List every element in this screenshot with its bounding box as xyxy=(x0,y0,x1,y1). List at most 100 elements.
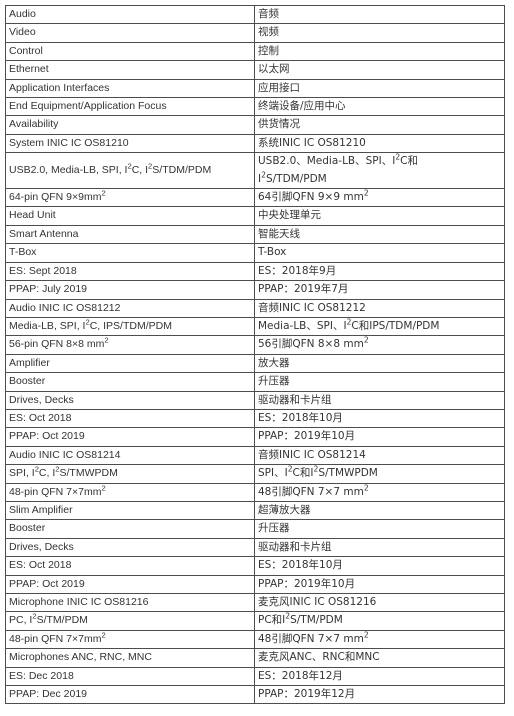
table-row: Microphone INIC IC OS81216 麦克风INIC IC OS8… xyxy=(5,592,505,613)
table-row: PPAP: Oct 2019 PPAP：2019年10月 xyxy=(5,574,505,595)
cell-chinese: ES：2018年10月 xyxy=(254,408,505,429)
spec-table-container: Audio 音频 Video 视频 Control 控制 Ethernet 以太网 Applic… xyxy=(5,4,505,705)
table-row: PPAP: Oct 2019 PPAP：2019年10月 xyxy=(5,427,505,447)
cell-english: Head Unit xyxy=(5,206,255,226)
cell-chinese: 升压器 xyxy=(254,519,505,539)
cell-english: 48-pin QFN 7×7mm2 xyxy=(5,629,255,650)
table-row: Booster 升压器 xyxy=(5,519,505,539)
cell-english: Booster xyxy=(5,372,255,392)
table-row: Amplifier 放大器 xyxy=(5,353,505,374)
cell-english: Slim Amplifier xyxy=(5,500,255,521)
cell-english: 56-pin QFN 8×8 mm2 xyxy=(5,335,255,355)
cell-english: Microphones ANC, RNC, MNC xyxy=(5,648,255,668)
cell-chinese: T-Box xyxy=(254,243,505,263)
cell-chinese: 麦克风ANC、RNC和MNC xyxy=(254,648,505,668)
bilingual-spec-table: Audio 音频 Video 视频 Control 控制 Ethernet 以太网 Applic… xyxy=(5,4,505,705)
cell-chinese: 智能天线 xyxy=(254,224,505,245)
cell-english: Video xyxy=(5,23,255,43)
cell-chinese: 驱动器和卡片组 xyxy=(254,390,505,410)
cell-english: 64-pin QFN 9×9mm2 xyxy=(5,188,255,208)
table-row: PPAP: Dec 2019 PPAP：2019年12月 xyxy=(5,685,505,705)
table-row: 64-pin QFN 9×9mm2 64引脚QFN 9×9 mm2 xyxy=(5,188,505,208)
cell-chinese: 以太网 xyxy=(254,60,505,80)
cell-english: ES: Oct 2018 xyxy=(5,556,255,576)
cell-chinese: 中央处理单元 xyxy=(254,206,505,226)
cell-chinese: 麦克风INIC IC OS81216 xyxy=(254,592,505,613)
cell-chinese: ES：2018年9月 xyxy=(254,261,505,282)
table-row: Media-LB, SPI, I2C, IPS/TDM/PDM Media-LB、… xyxy=(5,316,505,337)
table-row: ES: Oct 2018 ES：2018年10月 xyxy=(5,408,505,429)
cell-chinese: 放大器 xyxy=(254,353,505,374)
cell-chinese: 应用接口 xyxy=(254,78,505,99)
table-row: Ethernet 以太网 xyxy=(5,60,505,80)
cell-english: PPAP: July 2019 xyxy=(5,280,255,300)
spec-table-body: Audio 音频 Video 视频 Control 控制 Ethernet 以太网 Applic… xyxy=(5,4,505,705)
cell-english: T-Box xyxy=(5,243,255,263)
cell-chinese: PPAP：2019年12月 xyxy=(254,685,505,705)
cell-english: Control xyxy=(5,41,255,62)
table-row: Audio INIC IC OS81214 音频INIC IC OS81214 xyxy=(5,445,505,466)
table-row: PC, I2S/TM/PDM PC和I2S/TM/PDM xyxy=(5,611,505,631)
table-row: 48-pin QFN 7×7mm2 48引脚QFN 7×7 mm2 xyxy=(5,629,505,650)
table-row: 56-pin QFN 8×8 mm2 56引脚QFN 8×8 mm2 xyxy=(5,335,505,355)
cell-chinese: 超薄放大器 xyxy=(254,500,505,521)
cell-english: ES: Dec 2018 xyxy=(5,666,255,687)
cell-english: PC, I2S/TM/PDM xyxy=(5,611,255,631)
table-row: Availability 供货情况 xyxy=(5,115,505,135)
cell-chinese: ES：2018年12月 xyxy=(254,666,505,687)
table-row: T-Box T-Box xyxy=(5,243,505,263)
cell-english: Media-LB, SPI, I2C, IPS/TDM/PDM xyxy=(5,316,255,337)
cell-chinese: PC和I2S/TM/PDM xyxy=(254,611,505,631)
table-row: Smart Antenna 智能天线 xyxy=(5,224,505,245)
cell-english: Drives, Decks xyxy=(5,537,255,558)
cell-chinese: 64引脚QFN 9×9 mm2 xyxy=(254,188,505,208)
cell-chinese: Media-LB、SPI、I2C和IPS/TDM/PDM xyxy=(254,316,505,337)
cell-english: Audio xyxy=(5,4,255,25)
cell-chinese: PPAP：2019年10月 xyxy=(254,427,505,447)
cell-chinese: USB2.0、Media-LB、SPI、I2C和 I2S/TDM/PDM xyxy=(254,152,505,190)
cell-english: PPAP: Oct 2019 xyxy=(5,427,255,447)
cell-english: ES: Oct 2018 xyxy=(5,408,255,429)
table-row: Application Interfaces 应用接口 xyxy=(5,78,505,99)
cell-chinese: 驱动器和卡片组 xyxy=(254,537,505,558)
cell-english: Availability xyxy=(5,115,255,135)
cell-chinese: SPI、I2C和I2S/TMWPDM xyxy=(254,464,505,484)
table-row: ES: Oct 2018 ES：2018年10月 xyxy=(5,556,505,576)
cell-chinese: 48引脚QFN 7×7 mm2 xyxy=(254,482,505,502)
cell-english: PPAP: Oct 2019 xyxy=(5,574,255,595)
table-row: Control 控制 xyxy=(5,41,505,62)
cell-english: Microphone INIC IC OS81216 xyxy=(5,592,255,613)
cell-english: Smart Antenna xyxy=(5,224,255,245)
table-row: Video 视频 xyxy=(5,23,505,43)
cell-english: End Equipment/Application Focus xyxy=(5,97,255,117)
table-row: Audio 音频 xyxy=(5,4,505,25)
cell-chinese: 音频 xyxy=(254,4,505,25)
table-row: End Equipment/Application Focus 终端设备/应用中心 xyxy=(5,97,505,117)
table-row: Head Unit 中央处理单元 xyxy=(5,206,505,226)
table-row: Booster 升压器 xyxy=(5,372,505,392)
cell-english: System INIC IC OS81210 xyxy=(5,133,255,154)
table-row: Drives, Decks 驱动器和卡片组 xyxy=(5,390,505,410)
cell-chinese: 视频 xyxy=(254,23,505,43)
cell-chinese: 48引脚QFN 7×7 mm2 xyxy=(254,629,505,650)
cell-english: Ethernet xyxy=(5,60,255,80)
table-row: Audio INIC IC OS81212 音频INIC IC OS81212 xyxy=(5,298,505,318)
cell-english: USB2.0, Media-LB, SPI, I2C, I2S/TDM/PDM xyxy=(5,152,255,190)
cell-english: Application Interfaces xyxy=(5,78,255,99)
cell-english: 48-pin QFN 7×7mm2 xyxy=(5,482,255,502)
cell-english: Drives, Decks xyxy=(5,390,255,410)
table-row: 48-pin QFN 7×7mm2 48引脚QFN 7×7 mm2 xyxy=(5,482,505,502)
table-row: ES: Dec 2018 ES：2018年12月 xyxy=(5,666,505,687)
cell-english: Audio INIC IC OS81212 xyxy=(5,298,255,318)
cell-chinese: 音频INIC IC OS81212 xyxy=(254,298,505,318)
cell-chinese: 控制 xyxy=(254,41,505,62)
table-row: System INIC IC OS81210 系统INIC IC OS81210 xyxy=(5,133,505,154)
table-row: Microphones ANC, RNC, MNC 麦克风ANC、RNC和MNC xyxy=(5,648,505,668)
table-row: Slim Amplifier 超薄放大器 xyxy=(5,500,505,521)
cell-english: Amplifier xyxy=(5,353,255,374)
cell-chinese: 终端设备/应用中心 xyxy=(254,97,505,117)
table-row: SPI, I2C, I2S/TMWPDM SPI、I2C和I2S/TMWPDM xyxy=(5,464,505,484)
table-row: Drives, Decks 驱动器和卡片组 xyxy=(5,537,505,558)
cell-english: PPAP: Dec 2019 xyxy=(5,685,255,705)
cell-chinese: ES：2018年10月 xyxy=(254,556,505,576)
